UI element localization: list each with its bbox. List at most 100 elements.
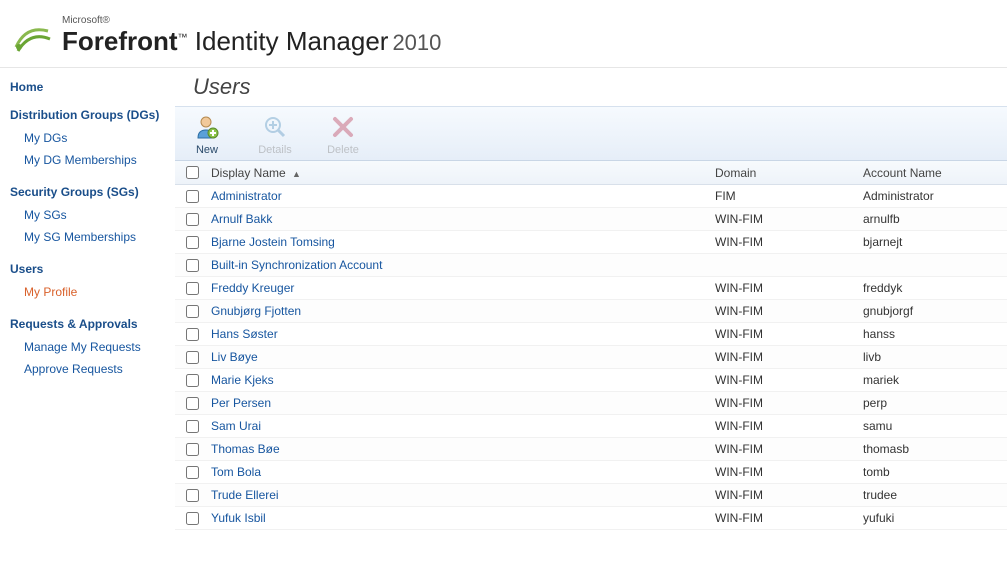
row-checkbox[interactable] — [186, 282, 199, 295]
user-link[interactable]: Tom Bola — [211, 465, 261, 479]
nav-item[interactable]: Manage My Requests — [10, 336, 167, 358]
nav-item[interactable]: Approve Requests — [10, 358, 167, 380]
table-row: Marie KjeksWIN-FIMmariek — [175, 369, 1007, 392]
row-account-cell: perp — [863, 396, 1007, 410]
row-domain-cell: WIN-FIM — [715, 465, 863, 479]
details-button: Details — [255, 113, 295, 156]
row-checkbox[interactable] — [186, 466, 199, 479]
user-link[interactable]: Sam Urai — [211, 419, 261, 433]
user-link[interactable]: Liv Bøye — [211, 350, 258, 364]
user-link[interactable]: Trude Ellerei — [211, 488, 279, 502]
row-checkbox[interactable] — [186, 190, 199, 203]
forefront-swoosh-icon — [12, 17, 52, 57]
row-check-cell — [175, 256, 209, 275]
main-area: Users New — [175, 68, 1007, 530]
select-all-cell — [175, 163, 209, 182]
nav-section-title[interactable]: Users — [10, 262, 167, 276]
user-link[interactable]: Freddy Kreuger — [211, 281, 294, 295]
user-link[interactable]: Built-in Synchronization Account — [211, 258, 382, 272]
row-domain-cell: WIN-FIM — [715, 350, 863, 364]
table-body: AdministratorFIMAdministrator Arnulf Bakk… — [175, 185, 1007, 530]
row-checkbox[interactable] — [186, 420, 199, 433]
nav-item[interactable]: My SG Memberships — [10, 226, 167, 248]
row-domain-cell: WIN-FIM — [715, 419, 863, 433]
nav-home[interactable]: Home — [10, 80, 167, 94]
table-row: Per Persen WIN-FIMperp — [175, 392, 1007, 415]
table-header: Display Name ▲ Domain Account Name — [175, 161, 1007, 185]
row-check-cell — [175, 210, 209, 229]
row-account-cell: yufuki — [863, 511, 1007, 525]
row-checkbox[interactable] — [186, 236, 199, 249]
row-name-cell: Tom Bola — [209, 465, 715, 479]
user-link[interactable]: Hans Søster — [211, 327, 278, 341]
nav-section-title[interactable]: Security Groups (SGs) — [10, 185, 167, 199]
row-check-cell — [175, 463, 209, 482]
col-header-displayname[interactable]: Display Name ▲ — [209, 166, 715, 180]
user-link[interactable]: Bjarne Jostein Tomsing — [211, 235, 335, 249]
user-link[interactable]: Arnulf Bakk — [211, 212, 272, 226]
table-row: Tom BolaWIN-FIMtomb — [175, 461, 1007, 484]
row-checkbox[interactable] — [186, 351, 199, 364]
row-checkbox[interactable] — [186, 397, 199, 410]
row-check-cell — [175, 302, 209, 321]
row-domain-cell: WIN-FIM — [715, 396, 863, 410]
product-logo: Microsoft® Forefront™ Identity Manager20… — [12, 15, 441, 57]
sort-asc-icon: ▲ — [292, 169, 301, 179]
row-checkbox[interactable] — [186, 213, 199, 226]
row-checkbox[interactable] — [186, 305, 199, 318]
row-name-cell: Arnulf Bakk — [209, 212, 715, 226]
row-domain-cell: WIN-FIM — [715, 212, 863, 226]
new-button[interactable]: New — [187, 113, 227, 156]
row-account-cell: livb — [863, 350, 1007, 364]
row-checkbox[interactable] — [186, 512, 199, 525]
row-check-cell — [175, 187, 209, 206]
brand-ms: Microsoft® — [62, 15, 441, 26]
table-row: Thomas Bøe WIN-FIMthomasb — [175, 438, 1007, 461]
nav-item[interactable]: My Profile — [10, 281, 167, 303]
row-check-cell — [175, 486, 209, 505]
nav-section-title[interactable]: Requests & Approvals — [10, 317, 167, 331]
delete-button-label: Delete — [323, 144, 363, 156]
row-checkbox[interactable] — [186, 489, 199, 502]
user-link[interactable]: Gnubjørg Fjotten — [211, 304, 301, 318]
table-row: Arnulf BakkWIN-FIMarnulfb — [175, 208, 1007, 231]
product-title: Microsoft® Forefront™ Identity Manager20… — [62, 15, 441, 57]
row-name-cell: Liv Bøye — [209, 350, 715, 364]
user-link[interactable]: Administrator — [211, 189, 282, 203]
nav-item[interactable]: My DG Memberships — [10, 149, 167, 171]
row-checkbox[interactable] — [186, 443, 199, 456]
row-name-cell: Marie Kjeks — [209, 373, 715, 387]
row-name-cell: Sam Urai — [209, 419, 715, 433]
table-row: Hans SøsterWIN-FIMhanss — [175, 323, 1007, 346]
table-row: AdministratorFIMAdministrator — [175, 185, 1007, 208]
row-domain-cell: WIN-FIM — [715, 235, 863, 249]
nav-section-title[interactable]: Distribution Groups (DGs) — [10, 108, 167, 122]
row-account-cell: trudee — [863, 488, 1007, 502]
user-link[interactable]: Thomas Bøe — [211, 442, 280, 456]
user-link[interactable]: Yufuk Isbil — [211, 511, 266, 525]
row-account-cell: thomasb — [863, 442, 1007, 456]
row-name-cell: Administrator — [209, 189, 715, 203]
row-check-cell — [175, 440, 209, 459]
col-header-account[interactable]: Account Name — [863, 166, 1007, 180]
brand-forefront: Forefront — [62, 26, 178, 56]
col-header-domain[interactable]: Domain — [715, 166, 863, 180]
user-link[interactable]: Per Persen — [211, 396, 271, 410]
row-domain-cell: WIN-FIM — [715, 442, 863, 456]
row-checkbox[interactable] — [186, 259, 199, 272]
row-domain-cell: WIN-FIM — [715, 488, 863, 502]
row-check-cell — [175, 325, 209, 344]
select-all-checkbox[interactable] — [186, 166, 199, 179]
user-link[interactable]: Marie Kjeks — [211, 373, 274, 387]
row-checkbox[interactable] — [186, 374, 199, 387]
row-check-cell — [175, 417, 209, 436]
nav-item[interactable]: My DGs — [10, 127, 167, 149]
row-checkbox[interactable] — [186, 328, 199, 341]
row-name-cell: Trude Ellerei — [209, 488, 715, 502]
brand-rest: Identity Manager — [188, 26, 389, 56]
new-user-icon — [187, 113, 227, 141]
row-name-cell: Built-in Synchronization Account — [209, 258, 715, 272]
row-domain-cell: WIN-FIM — [715, 511, 863, 525]
row-name-cell: Yufuk Isbil — [209, 511, 715, 525]
nav-item[interactable]: My SGs — [10, 204, 167, 226]
